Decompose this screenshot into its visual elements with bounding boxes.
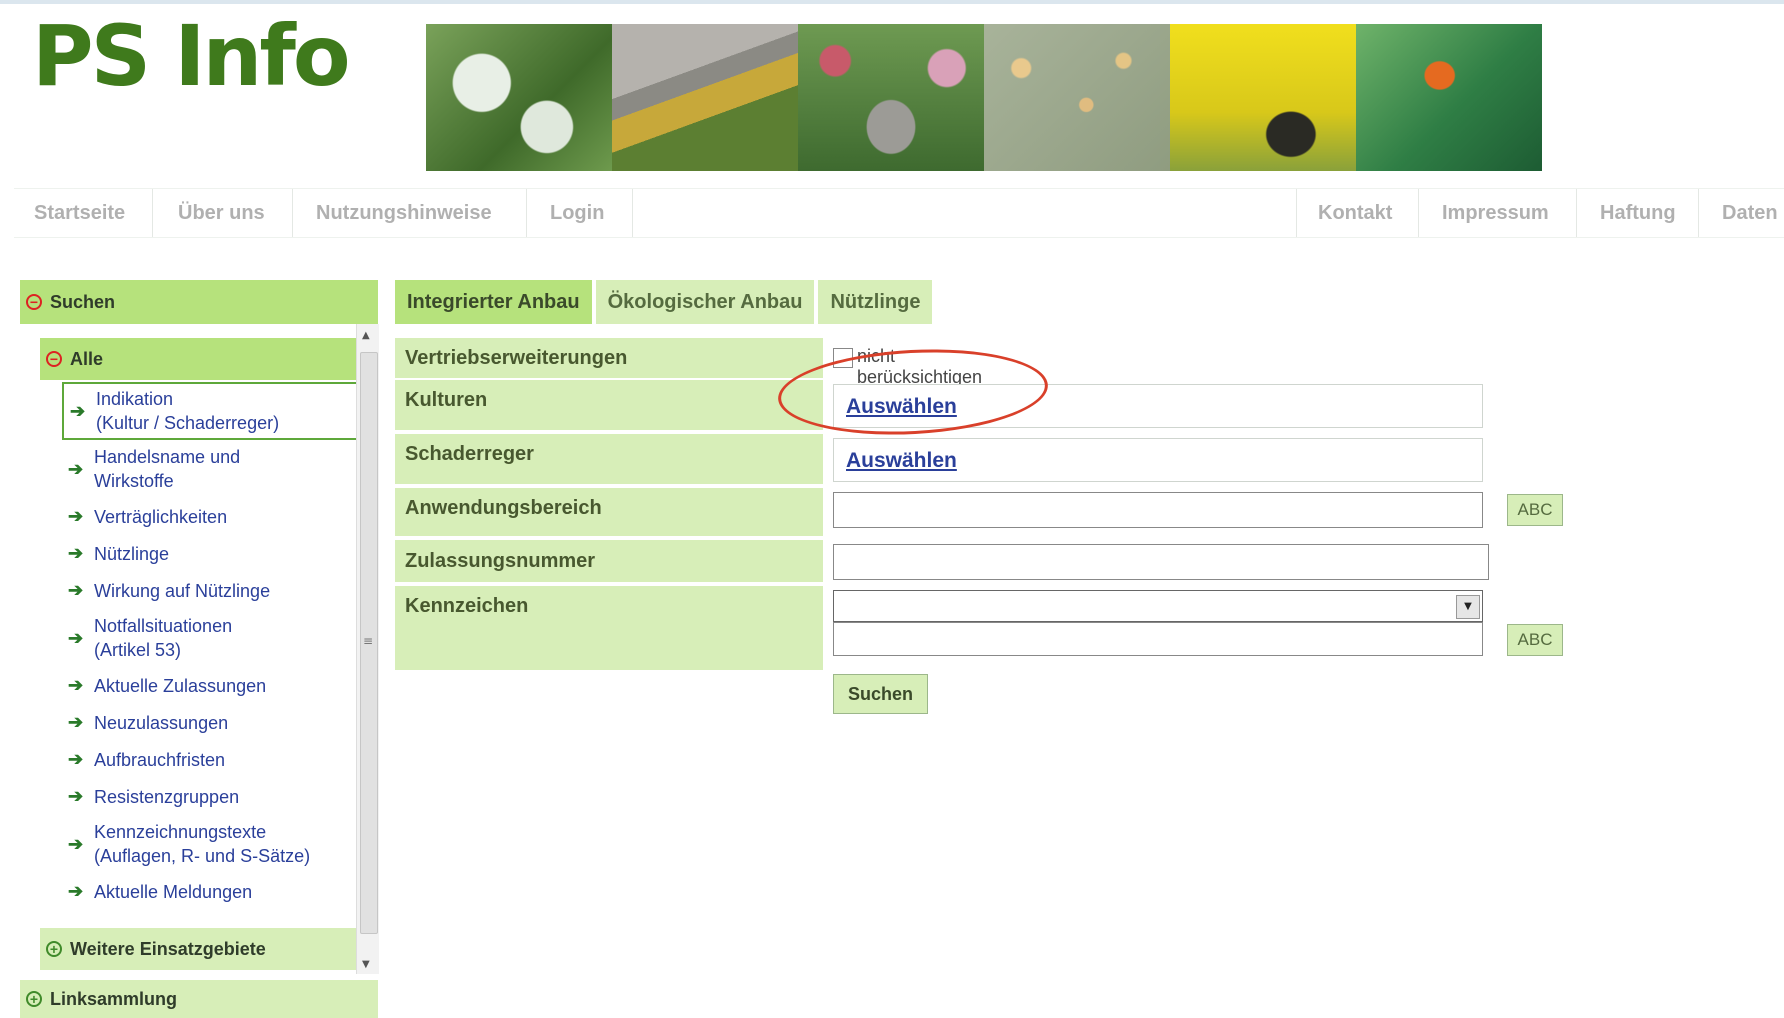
garden-path-photo [612, 24, 798, 171]
nav-divider [1296, 189, 1297, 237]
expand-icon: + [26, 991, 42, 1007]
arrow-right-icon: ➔ [68, 458, 84, 479]
nav-divider [1576, 189, 1577, 237]
sidebar-links-label: Linksammlung [50, 988, 178, 1009]
flower-beetle-photo [1170, 24, 1356, 171]
sidebar-item-aktuelle-zulassungen[interactable]: ➔ Aktuelle Zulassungen [62, 667, 372, 704]
anwendungsbereich-input[interactable] [833, 492, 1483, 528]
nav-nutzungshinweise[interactable]: Nutzungshinweise [316, 189, 492, 237]
sidebar-item-resistenzgruppen[interactable]: ➔ Resistenzgruppen [62, 778, 372, 815]
arrow-right-icon: ➔ [68, 580, 84, 600]
nav-haftung[interactable]: Haftung [1600, 189, 1676, 237]
wasp-on-leaf-photo [1356, 24, 1542, 171]
nav-divider [1698, 189, 1699, 237]
sidebar-item-label: Aktuelle Meldungen [94, 881, 253, 902]
sidebar-item-label: Aufbrauchfristen [94, 749, 226, 770]
expand-icon: + [46, 941, 62, 957]
sidebar-item-label: Resistenzgruppen [94, 786, 240, 807]
collapse-icon: − [46, 351, 62, 367]
sidebar-weitere-einsatzgebiete[interactable]: + Weitere Einsatzgebiete [40, 928, 370, 970]
sidebar-item-aufbrauchfristen[interactable]: ➔ Aufbrauchfristen [62, 741, 372, 778]
label-kulturen: Kulturen [395, 380, 823, 430]
arrow-right-icon: ➔ [68, 712, 84, 732]
sidebar-item-label: Verträglichkeiten [94, 506, 228, 527]
sidebar-search-header[interactable]: − Suchen [20, 280, 378, 324]
header-banner [426, 24, 1542, 171]
sidebar-item-label: Aktuelle Zulassungen [94, 675, 267, 696]
nav-daten[interactable]: Daten [1722, 189, 1778, 237]
arrow-right-icon: ➔ [68, 833, 84, 854]
top-navigation: Startseite Über uns Nutzungshinweise Log… [14, 188, 1784, 238]
sidebar-scrollbar[interactable]: ▲ ≡ ▼ [356, 324, 379, 974]
sidebar-item-label: Notfallsituationen (Artikel 53) [94, 616, 233, 660]
sidebar-menu: ➔ Indikation (Kultur / Schaderreger) ➔ H… [62, 382, 372, 910]
sidebar-item-handelsname[interactable]: ➔ Handelsname und Wirkstoffe [62, 440, 372, 498]
nav-divider [526, 189, 527, 237]
sidebar-item-label: Nützlinge [94, 543, 170, 564]
label-schaderreger: Schaderreger [395, 434, 823, 484]
kennzeichen-text-input[interactable] [833, 622, 1483, 656]
arrow-right-icon: ➔ [68, 675, 84, 695]
label-zulassungsnummer: Zulassungsnummer [395, 540, 823, 582]
zulassungsnummer-input[interactable] [833, 544, 1489, 580]
sidebar-all-header[interactable]: − Alle [40, 338, 370, 380]
nav-login[interactable]: Login [550, 189, 604, 237]
nav-divider [632, 189, 633, 237]
sidebar-item-label: Kennzeichnungstexte (Auflagen, R- und S-… [94, 822, 311, 866]
search-tabs: Integrierter Anbau Ökologischer Anbau Nü… [395, 280, 933, 324]
top-border [0, 0, 1784, 4]
scroll-up-icon[interactable]: ▲ [362, 330, 370, 341]
sidebar-item-aktuelle-meldungen[interactable]: ➔ Aktuelle Meldungen [62, 873, 372, 910]
sidebar-item-label: Handelsname und Wirkstoffe [94, 447, 241, 491]
plant-leaf-photo [426, 24, 612, 171]
tab-nuetzlinge[interactable]: Nützlinge [818, 280, 933, 324]
sidebar-linksammlung[interactable]: + Linksammlung [20, 980, 378, 1018]
label-kennzeichen: Kennzeichen [395, 586, 823, 670]
arrow-right-icon: ➔ [68, 543, 84, 563]
nav-kontakt[interactable]: Kontakt [1318, 189, 1392, 237]
sidebar-item-label: Indikation (Kultur / Schaderreger) [96, 389, 280, 433]
nav-divider [292, 189, 293, 237]
anwendungsbereich-abc-button[interactable]: ABC [1507, 494, 1563, 526]
sidebar-all-label: Alle [70, 348, 104, 369]
label-anwendungsbereich: Anwendungsbereich [395, 488, 823, 536]
collapse-icon: − [26, 294, 42, 310]
kennzeichen-abc-button[interactable]: ABC [1507, 624, 1563, 656]
sidebar-item-indikation[interactable]: ➔ Indikation (Kultur / Schaderreger) [62, 382, 372, 440]
scrollbar-grip-icon: ≡ [363, 634, 374, 648]
sidebar-item-vertraeglichkeiten[interactable]: ➔ Verträglichkeiten [62, 498, 372, 535]
tab-integrierter-anbau[interactable]: Integrierter Anbau [395, 280, 592, 324]
leaf-pests-photo [984, 24, 1170, 171]
label-vertriebserweiterungen: Vertriebserweiterungen [395, 338, 823, 378]
arrow-right-icon: ➔ [68, 749, 84, 769]
sidebar-panel: − Alle ➔ Indikation (Kultur / Schaderreg… [20, 324, 379, 974]
nav-impressum[interactable]: Impressum [1442, 189, 1549, 237]
chevron-down-icon[interactable]: ▼ [1456, 595, 1480, 619]
sidebar-item-neuzulassungen[interactable]: ➔ Neuzulassungen [62, 704, 372, 741]
nav-divider [1418, 189, 1419, 237]
arrow-right-icon: ➔ [68, 627, 84, 648]
arrow-right-icon: ➔ [70, 400, 86, 421]
tab-oekologischer-anbau[interactable]: Ökologischer Anbau [595, 280, 815, 324]
sidebar-item-nuetzlinge[interactable]: ➔ Nützlinge [62, 535, 372, 572]
sidebar-item-wirkung-auf-nuetzlinge[interactable]: ➔ Wirkung auf Nützlinge [62, 572, 372, 609]
schaderreger-auswaehlen-link[interactable]: Auswählen [833, 438, 1483, 482]
sidebar-weitere-label: Weitere Einsatzgebiete [70, 938, 266, 959]
search-submit-button[interactable]: Suchen [833, 674, 929, 714]
garden-photo [798, 24, 984, 171]
sidebar-item-label: Wirkung auf Nützlinge [94, 580, 271, 601]
nav-startseite[interactable]: Startseite [34, 189, 125, 237]
arrow-right-icon: ➔ [68, 786, 84, 806]
nav-ueber-uns[interactable]: Über uns [178, 189, 265, 237]
arrow-right-icon: ➔ [68, 506, 84, 526]
site-logo[interactable]: PS Info [32, 14, 351, 98]
nav-divider [152, 189, 153, 237]
sidebar-search-label: Suchen [50, 291, 116, 312]
scroll-down-icon[interactable]: ▼ [362, 959, 370, 970]
sidebar-item-label: Neuzulassungen [94, 712, 229, 733]
sidebar-item-kennzeichnungstexte[interactable]: ➔ Kennzeichnungstexte (Auflagen, R- und … [62, 815, 372, 873]
kennzeichen-select[interactable]: ▼ [833, 590, 1483, 622]
arrow-right-icon: ➔ [68, 881, 84, 901]
sidebar-item-notfallsituationen[interactable]: ➔ Notfallsituationen (Artikel 53) [62, 609, 372, 667]
